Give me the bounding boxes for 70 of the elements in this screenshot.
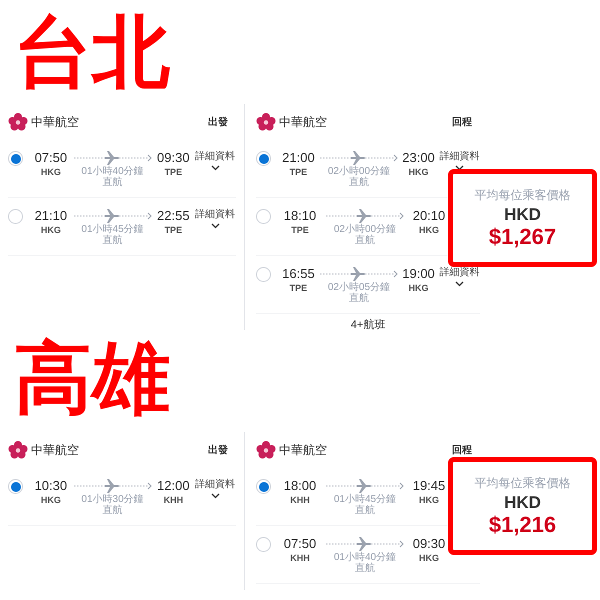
departure-time: 16:55	[282, 266, 315, 282]
flight-duration: 01小時40分鐘	[334, 552, 396, 563]
stops-label: 直航	[102, 177, 123, 188]
arrival-time: 23:00	[402, 150, 435, 166]
details-link[interactable]: 詳細資料	[440, 150, 480, 164]
stops-label: 直航	[355, 235, 375, 246]
airport-code: HKG	[419, 552, 439, 564]
departure-time: 18:00	[284, 478, 316, 494]
details-link[interactable]: 詳細資料	[195, 208, 236, 222]
airline-name: 中華航空	[31, 442, 79, 459]
section-title: 台北	[13, 7, 171, 98]
stops-label: 直航	[102, 505, 123, 516]
airline-name: 中華航空	[279, 442, 327, 459]
stops-label: 直航	[348, 177, 369, 188]
price-label: 平均每位乘客價格	[474, 187, 570, 203]
arrival-time: 22:55	[157, 208, 190, 224]
direction-label: 出發	[208, 444, 228, 458]
airport-code: TPE	[164, 224, 182, 236]
departure-time: 07:50	[284, 536, 316, 552]
stops-label: 直航	[102, 235, 123, 246]
departure-time: 07:50	[34, 150, 68, 166]
airline-name: 中華航空	[279, 114, 327, 131]
direction-label: 出發	[208, 116, 228, 130]
direction-label: 回程	[452, 116, 472, 130]
flight-duration: 01小時45分鐘	[81, 224, 144, 235]
airport-code: HKG	[419, 494, 439, 506]
departure-time: 21:00	[282, 150, 315, 166]
airline-name: 中華航空	[31, 114, 79, 131]
flight-duration: 02小時00分鐘	[328, 166, 390, 177]
more-flights-link[interactable]: 4+航班	[248, 318, 488, 332]
details-link[interactable]: 詳細資料	[195, 150, 236, 164]
airport-code: TPE	[164, 166, 182, 178]
arrival-time: 09:30	[412, 536, 446, 552]
flight-duration: 01小時40分鐘	[81, 166, 144, 177]
airport-code: TPE	[290, 282, 308, 294]
airport-code: TPE	[290, 166, 308, 178]
airport-code: HKG	[40, 166, 61, 178]
airport-code: KHH	[164, 494, 184, 506]
airport-code: HKG	[40, 494, 61, 506]
arrival-time: 12:00	[157, 478, 190, 494]
arrival-time: 19:45	[412, 478, 446, 494]
flight-duration: 01小時45分鐘	[334, 494, 396, 505]
airport-code: KHH	[290, 494, 310, 506]
airport-code: HKG	[408, 282, 429, 294]
airport-code: TPE	[291, 224, 309, 236]
price-label: 平均每位乘客價格	[474, 475, 570, 491]
stops-label: 直航	[355, 563, 375, 574]
flight-duration: 02小時05分鐘	[328, 282, 390, 293]
departure-time: 18:10	[284, 208, 316, 224]
departure-time: 10:30	[34, 478, 68, 494]
arrival-time: 20:10	[412, 208, 446, 224]
arrival-time: 19:00	[402, 266, 435, 282]
airport-code: KHH	[290, 552, 310, 564]
currency-label: HKD	[504, 205, 541, 225]
price-amount: $1,267	[488, 225, 556, 249]
flight-duration: 02小時00分鐘	[334, 224, 396, 235]
details-link[interactable]: 詳細資料	[440, 266, 480, 280]
airport-code: HKG	[40, 224, 61, 236]
stops-label: 直航	[348, 293, 369, 304]
section-title: 高雄	[13, 333, 171, 424]
departure-time: 21:10	[34, 208, 68, 224]
flight-duration: 01小時30分鐘	[81, 494, 144, 505]
arrival-time: 09:30	[157, 150, 190, 166]
price-amount: $1,216	[488, 513, 556, 537]
stops-label: 直航	[355, 505, 375, 516]
airport-code: HKG	[419, 224, 439, 236]
airport-code: HKG	[408, 166, 429, 178]
details-link[interactable]: 詳細資料	[195, 478, 236, 492]
currency-label: HKD	[504, 493, 541, 513]
direction-label: 回程	[452, 444, 472, 458]
